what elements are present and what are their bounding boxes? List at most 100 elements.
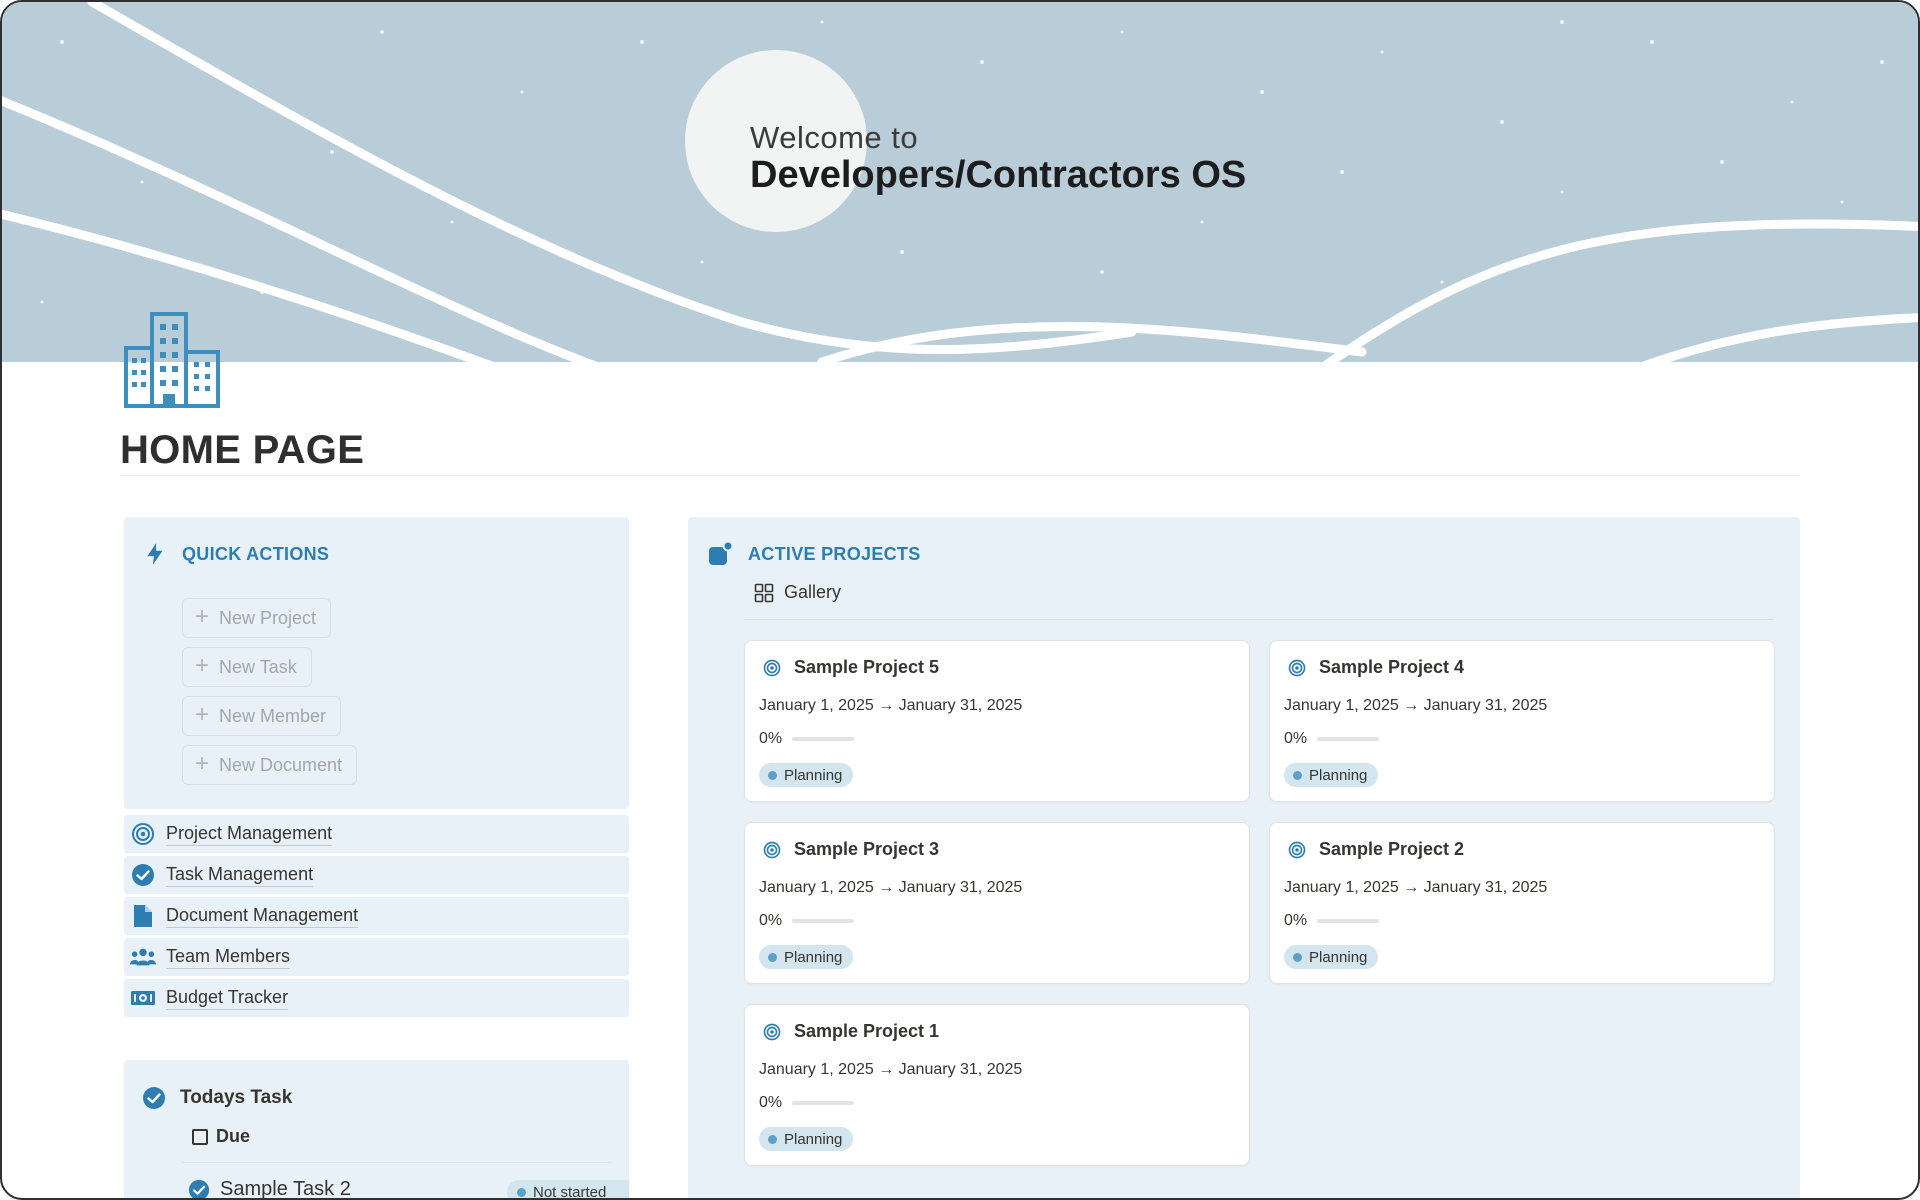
status-label: Planning: [784, 948, 843, 966]
active-projects-header: ACTIVE PROJECTS: [708, 541, 921, 567]
plus-icon: +: [195, 750, 210, 777]
project-name: Sample Project 2: [1319, 839, 1465, 859]
project-progress: 0%: [1284, 730, 1380, 748]
office-building-icon[interactable]: [122, 308, 222, 408]
check-circle-icon: [143, 1087, 165, 1109]
new-document-button[interactable]: + New Document: [182, 745, 358, 785]
cover-banner: Welcome to Developers/Contractors OS: [2, 2, 1918, 362]
gallery-grid-icon: [754, 583, 774, 602]
nav-task-management-label: Task Management: [166, 864, 314, 887]
new-task-label: New Task: [219, 656, 297, 677]
document-icon: [134, 905, 152, 927]
tab-gallery[interactable]: Gallery: [754, 582, 841, 603]
status-badge: Not started: [507, 1180, 629, 1200]
new-member-button[interactable]: + New Member: [182, 696, 342, 736]
shapes-icon: [709, 541, 734, 565]
new-member-label: New Member: [219, 705, 327, 726]
project-dates: January 1, 2025 → January 31, 2025: [759, 697, 1023, 714]
task-name: Sample Task 2: [220, 1178, 351, 1200]
status-badge: Planning: [759, 945, 854, 969]
tab-due-label: Due: [216, 1126, 251, 1146]
nav-project-management-label: Project Management: [166, 823, 333, 846]
status-badge: Planning: [1284, 945, 1379, 969]
plus-icon: +: [195, 701, 210, 728]
target-icon: [763, 841, 781, 858]
status-dot: [768, 1134, 777, 1144]
status-dot: [1293, 770, 1302, 780]
progress-bar: [1317, 737, 1380, 741]
progress-label: 0%: [1284, 912, 1308, 929]
people-icon: [130, 948, 156, 966]
todays-task-heading: Todays Task: [180, 1087, 293, 1108]
project-card[interactable]: Sample Project 1 January 1, 2025 → Januar…: [744, 1004, 1250, 1166]
project-title: Sample Project 5: [763, 657, 939, 678]
tab-due[interactable]: Due: [192, 1126, 250, 1147]
todays-task-panel: Todays Task Due Sample Task 2 Not starte…: [124, 1060, 629, 1200]
project-title: Sample Project 1: [763, 1021, 939, 1042]
page-title: HOME PAGE: [120, 428, 365, 472]
project-title: Sample Project 3: [763, 839, 939, 860]
check-circle-icon: [188, 1179, 210, 1198]
nav-budget-tracker-label: Budget Tracker: [166, 987, 289, 1010]
quick-actions-header: QUICK ACTIONS: [142, 541, 329, 567]
nav-document-management-label: Document Management: [166, 905, 359, 928]
status-badge: Planning: [759, 763, 854, 787]
project-name: Sample Project 3: [794, 839, 940, 859]
project-card[interactable]: Sample Project 5 January 1, 2025 → Januar…: [744, 640, 1250, 802]
project-dates: January 1, 2025 → January 31, 2025: [1284, 697, 1548, 714]
nav-task-management[interactable]: Task Management: [124, 856, 629, 894]
project-name: Sample Project 5: [794, 657, 940, 677]
active-projects-heading: ACTIVE PROJECTS: [748, 543, 921, 564]
nav-document-management[interactable]: Document Management: [124, 897, 629, 935]
tab-divider: [182, 1162, 612, 1163]
status-dot: [1293, 952, 1302, 962]
project-name: Sample Project 4: [1319, 657, 1465, 677]
lightning-bolt-icon: [147, 543, 163, 565]
checkbox-icon: [192, 1128, 208, 1145]
progress-bar: [792, 737, 855, 741]
nav-team-members[interactable]: Team Members: [124, 938, 629, 976]
project-name: Sample Project 1: [794, 1021, 940, 1041]
progress-bar: [792, 919, 855, 923]
tab-gallery-label: Gallery: [784, 582, 842, 602]
task-row[interactable]: Sample Task 2: [188, 1178, 351, 1200]
project-card[interactable]: Sample Project 2 January 1, 2025 → Januar…: [1269, 822, 1775, 984]
progress-label: 0%: [759, 1094, 783, 1111]
progress-label: 0%: [1284, 730, 1308, 747]
todays-task-header: Todays Task: [142, 1086, 292, 1110]
active-projects-panel: ACTIVE PROJECTS Gallery Sample Project 5…: [688, 517, 1800, 1198]
status-label: Planning: [784, 1130, 843, 1148]
progress-bar: [1317, 919, 1380, 923]
nav-budget-tracker[interactable]: Budget Tracker: [124, 979, 629, 1017]
nav-project-management[interactable]: Project Management: [124, 815, 629, 853]
target-icon: [763, 659, 781, 676]
project-dates: January 1, 2025 → January 31, 2025: [1284, 879, 1548, 896]
status-label: Planning: [1309, 948, 1368, 966]
view-divider: [744, 619, 1774, 620]
progress-bar: [792, 1101, 855, 1105]
status-label: Planning: [784, 766, 843, 784]
app-window: Welcome to Developers/Contractors OS HOM…: [0, 0, 1920, 1200]
project-progress: 0%: [1284, 912, 1380, 930]
title-divider: [120, 475, 1800, 476]
quick-actions-panel: QUICK ACTIONS + New Project + New Task +…: [124, 517, 629, 809]
target-icon: [1288, 841, 1306, 858]
target-icon: [132, 823, 154, 845]
project-progress: 0%: [759, 912, 855, 930]
project-card[interactable]: Sample Project 4 January 1, 2025 → Januar…: [1269, 640, 1775, 802]
new-project-label: New Project: [219, 607, 317, 628]
status-dot: [768, 770, 777, 780]
new-project-button[interactable]: + New Project: [182, 598, 332, 638]
new-task-button[interactable]: + New Task: [182, 647, 312, 687]
nav-team-members-label: Team Members: [166, 946, 291, 969]
status-label: Not started: [533, 1183, 607, 1200]
project-card[interactable]: Sample Project 3 January 1, 2025 → Januar…: [744, 822, 1250, 984]
target-icon: [763, 1023, 781, 1040]
progress-label: 0%: [759, 730, 783, 747]
banner-title: Developers/Contractors OS: [750, 154, 1247, 196]
target-icon: [1288, 659, 1306, 676]
plus-icon: +: [195, 652, 210, 679]
banknote-icon: [131, 991, 155, 1005]
project-title: Sample Project 4: [1288, 657, 1464, 678]
project-progress: 0%: [759, 1094, 855, 1112]
